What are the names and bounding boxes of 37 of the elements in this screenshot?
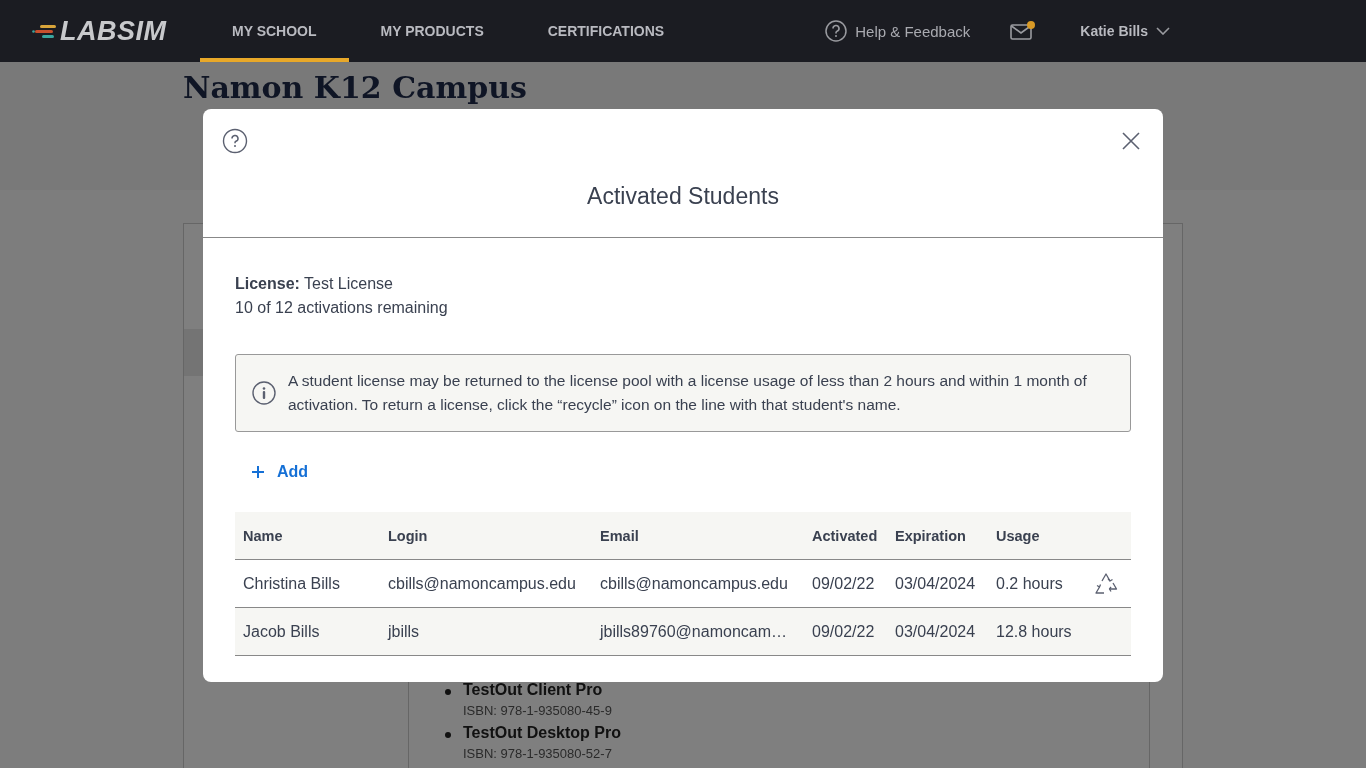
nav-tab[interactable]: MY PRODUCTS xyxy=(348,0,516,62)
product-name: TestOut Desktop Pro xyxy=(463,724,621,742)
info-text: A student license may be returned to the license pool with a license usage of less than 2 hours and within 1 month of activation. To return a license, click the “recycle” icon on the line with that student's name. xyxy=(288,371,1088,415)
column-header: Email xyxy=(592,512,804,560)
activations-remaining: 10 of 12 activations remaining xyxy=(235,298,449,318)
license-text: License: Test License xyxy=(235,274,394,294)
table-cell: Jacob Bills xyxy=(235,607,380,656)
table-cell: 12.8 hours xyxy=(988,607,1085,656)
table-cell: jbills89760@namoncam… xyxy=(592,607,804,656)
labsim-logo[interactable]: LABSIM xyxy=(32,15,200,47)
column-header: Activated xyxy=(804,512,887,560)
add-button[interactable]: Add xyxy=(251,460,309,484)
close-icon[interactable] xyxy=(1122,132,1140,150)
column-header: Expiration xyxy=(887,512,988,560)
product-name: TestOut Client Pro xyxy=(463,681,604,699)
help-icon[interactable] xyxy=(222,128,248,154)
dialog-title: Activated Students xyxy=(587,183,779,211)
bullet-icon xyxy=(445,732,451,738)
recycle-icon[interactable] xyxy=(1093,571,1119,596)
column-header: Login xyxy=(380,512,592,560)
info-icon xyxy=(252,381,276,405)
product-isbn: ISBN: 978-1-935080-45-9 xyxy=(463,703,612,718)
product-isbn: ISBN: 978-1-935080-52-7 xyxy=(463,746,613,761)
table-cell: 03/04/2024 xyxy=(887,607,988,656)
help-icon xyxy=(825,20,848,42)
plus-icon xyxy=(251,465,265,479)
column-header: Name xyxy=(235,512,380,560)
chevron-down-icon xyxy=(1156,27,1170,35)
table-cell: jbills xyxy=(380,607,592,656)
column-header: Usage xyxy=(988,512,1085,560)
page-title: Namon K12 Campus xyxy=(182,69,528,106)
user-menu[interactable]: Katie Bills xyxy=(1080,23,1170,39)
mail-icon[interactable] xyxy=(1010,21,1037,41)
help-feedback-link[interactable]: Help & Feedback xyxy=(825,20,971,42)
table-cell: 09/02/22 xyxy=(804,607,887,656)
nav-tab[interactable]: CERTIFICATIONS xyxy=(515,0,697,62)
bullet-icon xyxy=(445,689,451,695)
